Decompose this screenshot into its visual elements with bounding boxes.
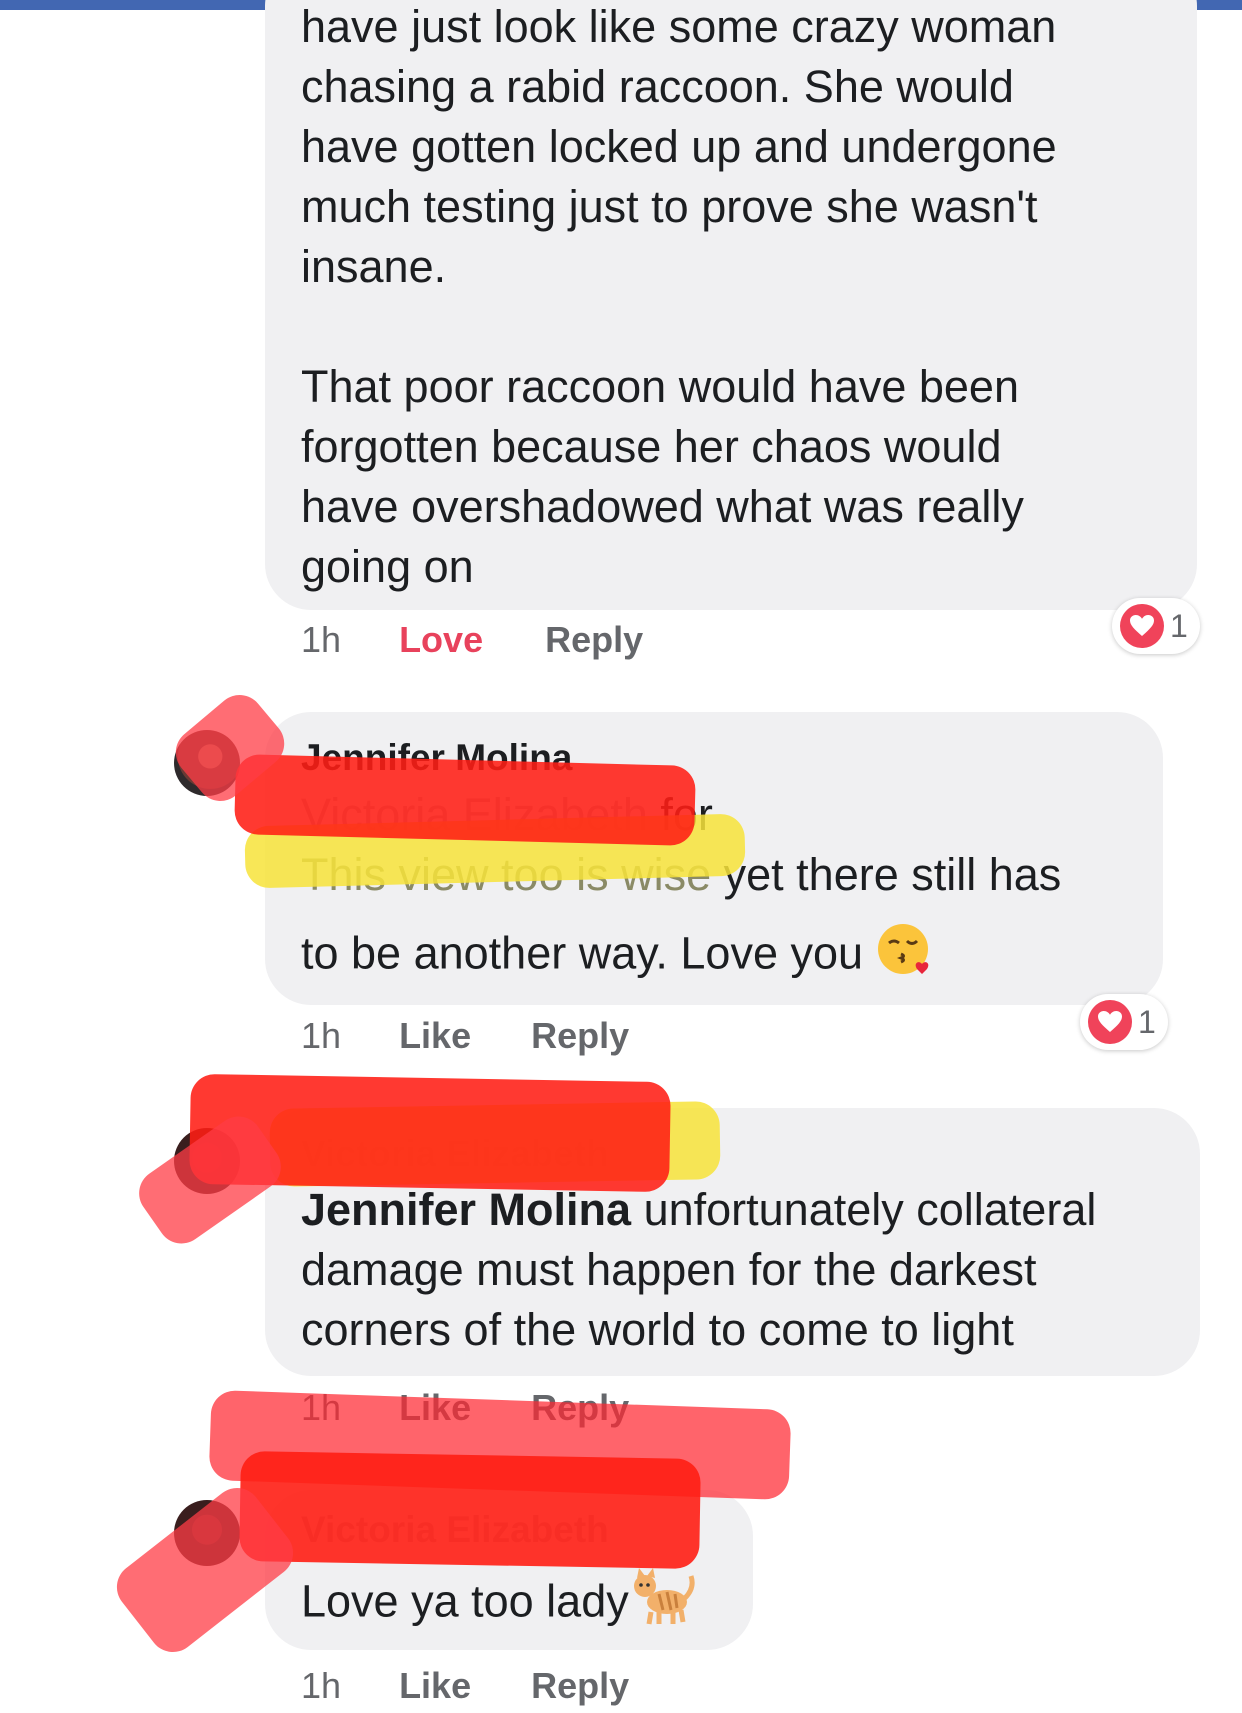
comment-actions: 1h Love Reply: [301, 618, 643, 662]
heart-icon: [1120, 604, 1164, 648]
comment-text: Love ya too lady: [301, 1575, 629, 1627]
like-button[interactable]: Like: [399, 1386, 471, 1430]
comment-text: for: [660, 789, 713, 840]
avatar[interactable]: [174, 730, 240, 796]
comment-text-line: That poor raccoon would have been: [301, 361, 1019, 412]
reply-button[interactable]: Reply: [531, 1014, 629, 1058]
heart-icon: [1088, 1000, 1132, 1044]
comment-text-line: have gotten locked up and undergone: [301, 121, 1057, 172]
comment-text-line: This view too is wise yet there still ha…: [301, 845, 1061, 905]
reply-button[interactable]: Reply: [531, 1386, 629, 1430]
comment-text-line: damage must happen for the darkest: [301, 1244, 1037, 1295]
mention-line: Victoria Elizabeth for: [301, 785, 713, 845]
like-button[interactable]: Like: [399, 1664, 471, 1708]
mention-link[interactable]: Jennifer Molina: [301, 1184, 631, 1235]
reaction-count-badge[interactable]: 1: [1080, 994, 1168, 1050]
reaction-count: 1: [1138, 1003, 1156, 1040]
comment-text-line: corners of the world to come to light: [301, 1304, 1014, 1355]
reaction-count: 1: [1170, 607, 1188, 644]
kissing-face-emoji: [876, 920, 934, 993]
comment-text-line: going on: [301, 541, 474, 592]
comment-text-line: insane.: [301, 241, 447, 292]
comment-text-line: much testing just to prove she wasn't: [301, 181, 1038, 232]
comment-text-line: have just look like some crazy woman: [301, 1, 1057, 52]
avatar[interactable]: [174, 1500, 240, 1566]
comment-actions: 1h Like Reply: [301, 1664, 629, 1708]
cat-emoji: [629, 1568, 695, 1641]
comment-author-name[interactable]: Victoria Elizabeth: [301, 1124, 609, 1184]
comment-actions: 1h Like Reply: [301, 1386, 629, 1430]
mention-link[interactable]: Victoria Elizabeth: [301, 789, 648, 840]
comment-timestamp: 1h: [301, 1387, 342, 1428]
comment-text-line: chasing a rabid raccoon. She would: [301, 61, 1014, 112]
comment-timestamp: 1h: [301, 1665, 342, 1706]
reply-button[interactable]: Reply: [545, 618, 643, 662]
comment-timestamp: 1h: [301, 1015, 342, 1056]
comment-text-line: forgotten because her chaos would: [301, 421, 1002, 472]
comment-text: to be another way. Love you: [301, 927, 864, 979]
highlighted-text: This view too is wise: [301, 849, 712, 900]
comment-actions: 1h Like Reply: [301, 1014, 629, 1058]
like-button[interactable]: Like: [399, 1014, 471, 1058]
comment-author-name[interactable]: Jennifer Molina: [301, 728, 572, 788]
comment-text-line: Jennifer Molina unfortunately collateral: [301, 1180, 1096, 1240]
comment-timestamp: 1h: [301, 619, 342, 660]
comment-text: yet there still has: [723, 849, 1062, 900]
reaction-count-badge[interactable]: 1: [1112, 598, 1200, 654]
comment-text-line: to be another way. Love you: [301, 920, 934, 993]
reply-button[interactable]: Reply: [531, 1664, 629, 1708]
avatar[interactable]: [174, 1128, 240, 1194]
comment-text-line: Love ya too lady: [301, 1568, 695, 1641]
comment-text: unfortunately collateral: [643, 1184, 1097, 1235]
comment-author-name[interactable]: Victoria Elizabeth: [301, 1500, 609, 1560]
comment-text-line: have overshadowed what was really: [301, 481, 1024, 532]
love-button[interactable]: Love: [399, 618, 483, 662]
